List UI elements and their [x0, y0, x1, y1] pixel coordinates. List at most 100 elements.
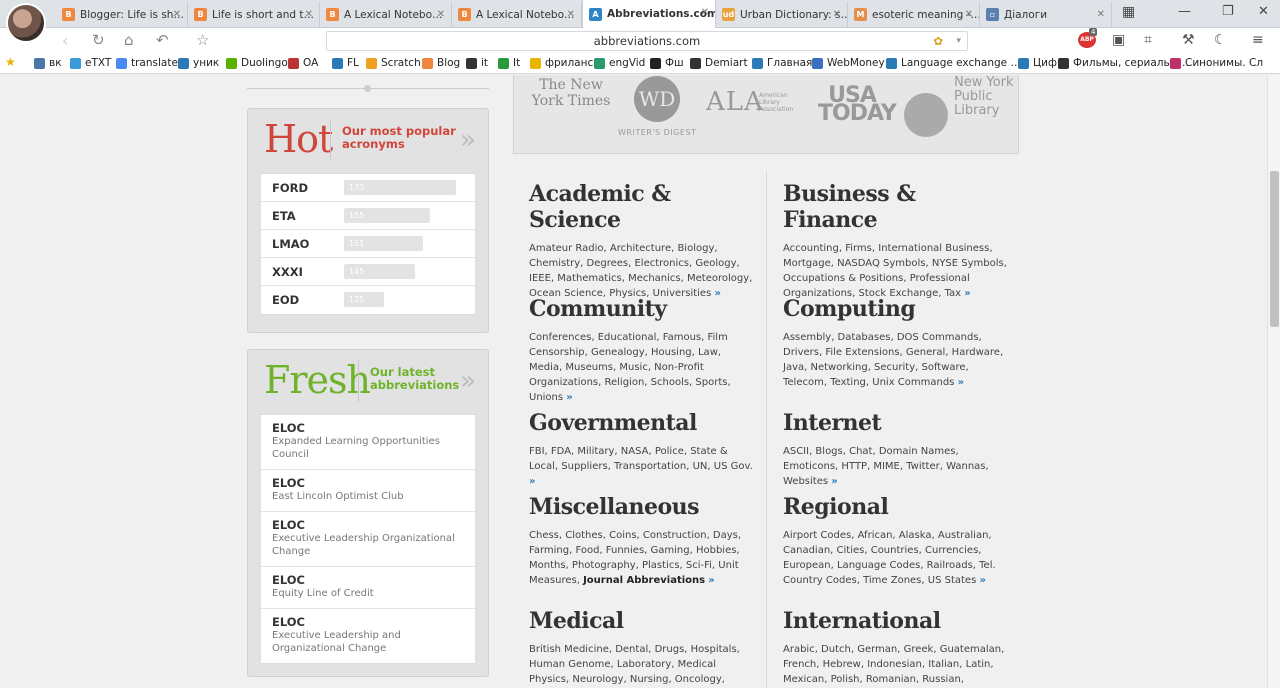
browser-tab[interactable]: B Life is short and t… ✕ — [188, 2, 320, 27]
hot-item[interactable]: ETA 155 — [261, 202, 475, 230]
fresh-item-code: ELOC — [272, 615, 305, 629]
tab-close-icon[interactable]: ✕ — [701, 7, 709, 18]
more-link[interactable]: » — [979, 575, 985, 586]
bookmark-item[interactable]: engVid — [594, 57, 645, 69]
tab-grid-icon[interactable]: ▦ — [1122, 4, 1135, 20]
night-mode-icon[interactable]: ☾ — [1214, 32, 1227, 48]
crop-icon[interactable]: ⌗ — [1144, 32, 1152, 48]
category-title[interactable]: Computing — [783, 296, 1008, 322]
more-link[interactable]: » — [708, 575, 714, 586]
scrollbar-thumb[interactable] — [1270, 171, 1279, 327]
hot-more-chevron-icon[interactable]: » — [460, 125, 476, 155]
category-title[interactable]: Internet — [783, 410, 1008, 436]
more-link[interactable]: » — [529, 476, 535, 487]
category-title[interactable]: Community — [529, 296, 754, 322]
fresh-item[interactable]: ELOC Executive Leadership Organizational … — [261, 512, 475, 567]
bookmark-item[interactable]: Duolingo — [226, 57, 288, 69]
tab-close-icon[interactable]: ✕ — [437, 9, 445, 20]
browser-tab[interactable]: A Abbreviations.com ✕ — [582, 0, 716, 28]
category-links[interactable]: British Medicine, Dental, Drugs, Hospita… — [529, 644, 740, 688]
category-title[interactable]: Medical — [529, 608, 754, 634]
bookmark-item[interactable]: It — [498, 57, 520, 69]
bookmark-item[interactable]: Главная — [752, 57, 812, 69]
hot-header[interactable]: Hot Our most popular acronyms » — [248, 109, 488, 171]
bookmark-item[interactable]: Цифр — [1018, 57, 1064, 69]
bookmark-item[interactable]: вк — [34, 57, 62, 69]
fresh-item[interactable]: ELOC East Lincoln Optimist Club — [261, 470, 475, 512]
bookmark-item[interactable]: Language exchange … — [886, 57, 1021, 69]
more-link[interactable]: » — [958, 377, 964, 388]
category-links[interactable]: Airport Codes, African, Alaska, Australi… — [783, 530, 996, 586]
vertical-scrollbar[interactable] — [1267, 75, 1280, 688]
browser-tab[interactable]: B A Lexical Notebo… ✕ — [320, 2, 452, 27]
bookmark-star-icon[interactable]: ☆ — [196, 31, 209, 49]
browser-tab[interactable]: ud Urban Dictionary: s… ✕ — [716, 2, 848, 27]
category-links[interactable]: FBI, FDA, Military, NASA, Police, State … — [529, 446, 753, 472]
profile-avatar[interactable] — [6, 3, 46, 43]
tab-close-icon[interactable]: ✕ — [1097, 9, 1105, 20]
bee-icon[interactable]: ✿ — [933, 32, 943, 50]
category-title[interactable]: Business & Finance — [783, 181, 1008, 233]
category-links[interactable]: ASCII, Blogs, Chat, Domain Names, Emotic… — [783, 446, 989, 487]
journal-abbreviations-link[interactable]: Journal Abbreviations — [583, 575, 705, 586]
tab-close-icon[interactable]: ✕ — [965, 9, 973, 20]
tab-title: Life is short and t… — [212, 8, 315, 21]
tab-close-icon[interactable]: ✕ — [833, 9, 841, 20]
bookmark-item[interactable]: Demiart — [690, 57, 748, 69]
category-links[interactable]: Assembly, Databases, DOS Commands, Drive… — [783, 332, 1003, 388]
category-title[interactable]: Governmental — [529, 410, 754, 436]
hot-item[interactable]: EOD 125 — [261, 286, 475, 314]
bookmark-item[interactable]: Blog — [422, 57, 460, 69]
bookmark-favicon-icon — [466, 57, 477, 69]
fresh-item[interactable]: ELOC Executive Leadership and Organizatio… — [261, 609, 475, 663]
category-title[interactable]: International — [783, 608, 1008, 634]
bookmarks-star-icon[interactable]: ★ — [5, 55, 16, 69]
bookmark-item[interactable]: уник — [178, 57, 219, 69]
browser-tab[interactable]: Mesoteric meaning -… ✕ — [848, 2, 980, 27]
undo-close-icon[interactable]: ↶ — [156, 31, 169, 49]
fresh-header[interactable]: Fresh Our latest abbreviations » — [248, 350, 488, 412]
browser-tab[interactable]: ▫ Діалоги ✕ — [980, 2, 1112, 27]
fresh-list: ELOC Expanded Learning Opportunities Coun… — [260, 414, 476, 664]
menu-icon[interactable]: ≡ — [1252, 32, 1264, 48]
bookmark-item[interactable]: WebMoney — [812, 57, 885, 69]
tab-close-icon[interactable]: ✕ — [173, 9, 181, 20]
bookmark-item[interactable]: фриланс — [530, 57, 593, 69]
minimize-button[interactable]: — — [1178, 4, 1191, 19]
bookmark-item[interactable]: Синонимы. Сл — [1170, 57, 1263, 69]
more-link[interactable]: » — [831, 476, 837, 487]
category-title[interactable]: Miscellaneous — [529, 494, 754, 520]
bookmark-item[interactable]: FL — [332, 57, 359, 69]
hot-item[interactable]: FORD 173 — [261, 174, 475, 202]
category-title[interactable]: Regional — [783, 494, 1008, 520]
category-title[interactable]: Academic & Science — [529, 181, 754, 233]
maximize-button[interactable]: ❐ — [1222, 4, 1234, 19]
more-link[interactable]: » — [566, 392, 572, 403]
home-icon[interactable]: ⌂ — [124, 31, 134, 49]
back-icon[interactable]: ‹ — [62, 31, 68, 50]
bookmark-item[interactable]: Фш — [650, 57, 684, 69]
address-dropdown-icon[interactable]: ▾ — [956, 32, 961, 50]
category-links[interactable]: Conferences, Educational, Famous, Film C… — [529, 332, 731, 403]
briefcase-icon[interactable]: ▣ — [1112, 32, 1125, 48]
bookmark-item[interactable]: Scratch — [366, 57, 421, 69]
browser-tab[interactable]: B A Lexical Notebo… ✕ — [452, 2, 582, 27]
bookmark-item[interactable]: translate — [116, 57, 178, 69]
tools-icon[interactable]: ⚒ — [1182, 32, 1195, 48]
tab-close-icon[interactable]: ✕ — [305, 9, 313, 20]
hot-item[interactable]: LMAO 151 — [261, 230, 475, 258]
bookmark-item[interactable]: OA — [288, 57, 318, 69]
hot-item[interactable]: XXXI 145 — [261, 258, 475, 286]
reload-icon[interactable]: ↻ — [92, 31, 105, 49]
address-bar[interactable]: abbreviations.com ✿ ▾ — [326, 31, 968, 51]
bookmark-item[interactable]: it — [466, 57, 488, 69]
close-window-button[interactable]: ✕ — [1258, 4, 1269, 19]
fresh-more-chevron-icon[interactable]: » — [460, 366, 476, 396]
fresh-item[interactable]: ELOC Expanded Learning Opportunities Coun… — [261, 415, 475, 470]
category-links[interactable]: Arabic, Dutch, German, Greek, Guatemalan… — [783, 644, 1004, 688]
category-links[interactable]: Accounting, Firms, International Busines… — [783, 243, 1007, 299]
browser-tab[interactable]: B Blogger: Life is sh… ✕ — [56, 2, 188, 27]
fresh-item[interactable]: ELOC Equity Line of Credit — [261, 567, 475, 609]
tab-close-icon[interactable]: ✕ — [567, 9, 575, 20]
bookmark-item[interactable]: eTXT — [70, 57, 111, 69]
